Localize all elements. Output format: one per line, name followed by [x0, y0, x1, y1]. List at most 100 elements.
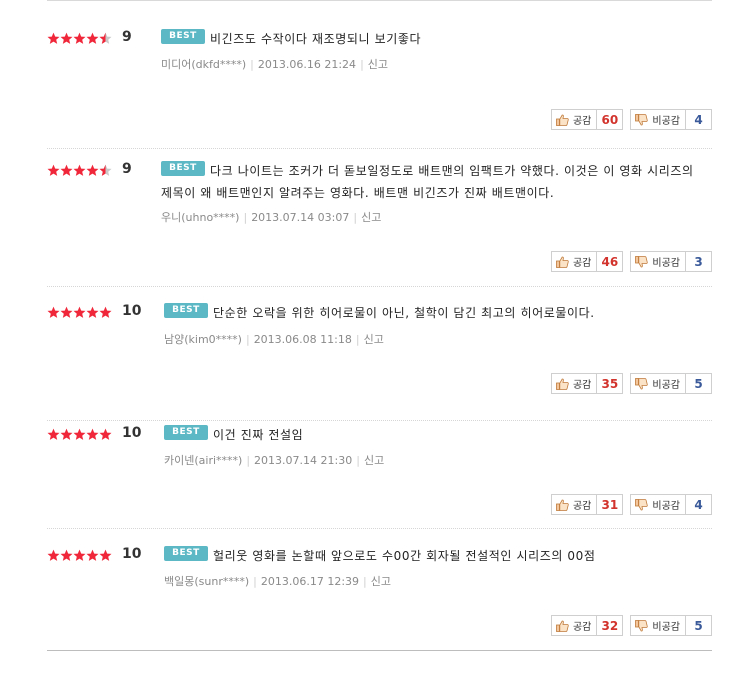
star-icon [60, 549, 73, 562]
report-link[interactable]: 신고 [361, 211, 381, 224]
review-date: 2013.07.14 03:07 [251, 211, 350, 224]
review-item: 9 BEST 다크 나이트는 조커가 더 돋보일정도로 배트맨의 임팩트가 약했다.… [47, 161, 712, 287]
best-badge: BEST [164, 303, 208, 318]
rating-score: 10 [122, 425, 142, 441]
review-divider [47, 148, 712, 149]
meta-separator: | [253, 575, 257, 588]
star-rating [47, 426, 112, 442]
vote-buttons: 공감 60 비공감 4 [550, 109, 712, 130]
dislike-label: 비공감 [652, 380, 680, 391]
like-count: 46 [597, 251, 624, 272]
like-label: 공감 [572, 116, 592, 127]
thumbs-up-icon [556, 378, 573, 390]
dislike-button[interactable]: 비공감 [630, 373, 686, 394]
meta-separator: | [355, 333, 360, 346]
like-label: 공감 [572, 380, 592, 391]
rating-score: 9 [122, 161, 132, 177]
like-count: 60 [597, 109, 624, 130]
report-link[interactable]: 신고 [368, 58, 388, 71]
rating-score: 9 [122, 29, 132, 45]
star-icon [73, 32, 86, 45]
meta-separator: | [363, 575, 367, 588]
star-icon [99, 164, 112, 177]
like-label: 공감 [572, 501, 592, 512]
star-icon [47, 549, 60, 562]
thumbs-up-icon [556, 114, 573, 126]
review-item: 10 BEST 이건 진짜 전설임 카이넨(airi****) | 2013.07.14 … [47, 425, 712, 529]
star-icon [47, 32, 60, 45]
like-button[interactable]: 공감 [550, 615, 598, 636]
meta-separator: | [360, 58, 364, 71]
dislike-button[interactable]: 비공감 [630, 615, 686, 636]
meta-separator: | [356, 454, 360, 467]
star-icon [86, 306, 99, 319]
dislike-button[interactable]: 비공감 [630, 251, 686, 272]
star-icon [99, 428, 112, 441]
star-icon [47, 428, 60, 441]
review-date: 2013.06.08 11:18 [253, 333, 352, 346]
star-icon [73, 428, 86, 441]
like-count: 35 [597, 373, 624, 394]
review-comment: 비긴즈도 수작이다 재조명되니 보기좋다 [210, 32, 422, 46]
dislike-label: 비공감 [652, 501, 680, 512]
like-count: 31 [597, 494, 624, 515]
like-button[interactable]: 공감 [550, 109, 598, 130]
review-meta: 백일몽(sunr****) | 2013.06.17 12:39 | 신고 [164, 573, 391, 589]
review-meta: 미디어(dkfd****) | 2013.06.16 21:24 | 신고 [161, 56, 388, 72]
star-icon [47, 306, 60, 319]
review-comment: 이건 진짜 전설임 [213, 428, 304, 442]
dislike-count: 5 [686, 615, 712, 636]
vote-buttons: 공감 32 비공감 5 [550, 615, 712, 636]
review-divider [47, 286, 712, 287]
best-badge: BEST [164, 425, 208, 440]
rating-score: 10 [122, 303, 142, 319]
star-icon [60, 306, 73, 319]
meta-separator: | [246, 454, 251, 467]
vote-buttons: 공감 35 비공감 5 [550, 373, 712, 394]
star-icon [86, 549, 99, 562]
thumbs-down-icon [635, 498, 652, 511]
vote-buttons: 공감 31 비공감 4 [550, 494, 712, 515]
like-button[interactable]: 공감 [550, 251, 598, 272]
dislike-label: 비공감 [652, 622, 680, 633]
meta-separator: | [245, 333, 250, 346]
like-button[interactable]: 공감 [550, 373, 598, 394]
thumbs-down-icon [635, 619, 652, 632]
star-rating [47, 162, 112, 178]
star-icon [99, 306, 112, 319]
best-badge: BEST [164, 546, 208, 561]
dislike-count: 5 [686, 373, 712, 394]
review-divider [47, 420, 712, 421]
thumbs-down-icon [635, 255, 652, 268]
review-comment: 다크 나이트는 조커가 더 돋보일정도로 배트맨의 임팩트가 약했다. 이것은 … [161, 164, 694, 200]
rating-score: 10 [122, 546, 142, 562]
top-divider [47, 0, 712, 1]
like-button[interactable]: 공감 [550, 494, 598, 515]
star-icon [86, 164, 99, 177]
star-icon [99, 549, 112, 562]
report-link[interactable]: 신고 [364, 333, 384, 346]
report-link[interactable]: 신고 [371, 575, 391, 588]
like-count: 32 [597, 615, 624, 636]
dislike-label: 비공감 [652, 258, 680, 269]
review-comment: 헐리웃 영화를 논할때 앞으로도 수00간 회자될 전설적인 시리즈의 00점 [213, 549, 596, 563]
review-author: 우니(uhno****) [161, 211, 240, 224]
star-rating [47, 304, 112, 320]
review-item: 9 BEST 비긴즈도 수작이다 재조명되니 보기좋다 미디어(dkfd****) | 2… [47, 29, 712, 149]
review-author: 카이넨(airi****) [164, 454, 243, 467]
review-divider [47, 528, 712, 529]
dislike-button[interactable]: 비공감 [630, 109, 686, 130]
thumbs-up-icon [556, 256, 573, 268]
thumbs-down-icon [635, 377, 652, 390]
dislike-count: 4 [686, 494, 712, 515]
dislike-count: 3 [686, 251, 712, 272]
review-date: 2013.06.17 12:39 [260, 575, 360, 588]
star-icon [73, 549, 86, 562]
dislike-button[interactable]: 비공감 [630, 494, 686, 515]
review-item: 10 BEST 단순한 오락을 위한 히어로물이 아닌, 철학이 담긴 최고의 히어… [47, 303, 712, 421]
review-date: 2013.07.14 21:30 [254, 454, 353, 467]
report-link[interactable]: 신고 [364, 454, 384, 467]
meta-separator: | [243, 211, 248, 224]
thumbs-up-icon [556, 620, 573, 632]
star-icon [73, 306, 86, 319]
